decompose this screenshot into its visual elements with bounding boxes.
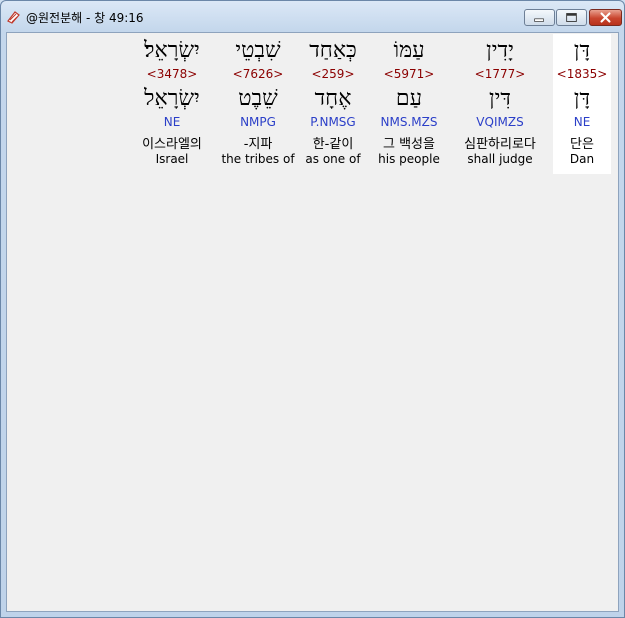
app-window: @원전분해 - 창 49:16 יִשְׂרָאֵל׃ <3478> יִשְׂ… [0,0,625,618]
korean-gloss: 심판하리로다 [464,137,536,152]
maximize-icon [566,13,577,22]
morphology-code: VQIMZS [476,115,524,129]
hebrew-lexeme: דָּן [573,86,591,111]
english-gloss: Israel [155,152,189,166]
minimize-icon [534,18,544,22]
hebrew-word: יִשְׂרָאֵל׃ [144,38,200,63]
korean-gloss: -지파 [243,137,273,152]
morphology-code: NE [163,115,181,129]
hebrew-word: כְּאַחַד [309,38,357,63]
word-column-israel[interactable]: יִשְׂרָאֵל׃ <3478> יִשְׂרָאֵל NE 이스라엘의 I… [132,34,212,174]
hebrew-word: דָּן [573,38,591,63]
hebrew-lexeme: אֶחָד [314,86,352,111]
word-column-shall-judge[interactable]: יָדִין <1777> דִּין VQIMZS 심판하리로다 shall … [452,34,548,174]
window-title: @원전분해 - 창 49:16 [26,11,144,25]
minimize-button[interactable] [524,9,555,26]
analysis-panel: יִשְׂרָאֵל׃ <3478> יִשְׂרָאֵל NE 이스라엘의 I… [6,32,619,612]
morphology-code: NMS.MZS [380,115,438,129]
strong-number[interactable]: <5971> [371,67,447,81]
english-gloss: Dan [569,152,595,166]
hebrew-word: שִׁבְטֵי [235,38,281,63]
korean-gloss: 이스라엘의 [142,137,202,152]
word-column-tribes[interactable]: שִׁבְטֵי <7626> שֵׁבֶט NMPG -지파 the trib… [217,34,299,174]
app-icon [7,11,20,24]
english-gloss: the tribes of [221,152,295,166]
strong-number[interactable]: <3478> [132,67,212,81]
word-column-dan-selected[interactable]: דָּן <1835> דָּן NE 단은 Dan [553,34,611,174]
hebrew-word: יָדִין [486,38,514,63]
korean-gloss: 그 백성을 [383,137,435,152]
morphology-code: P.NMSG [310,115,356,129]
maximize-button[interactable] [556,9,587,26]
hebrew-word: עַמּוֹ [393,38,425,63]
english-gloss: shall judge [467,152,533,166]
strong-number[interactable]: <1835> [553,67,611,81]
close-icon [600,12,611,23]
morphology-code: NE [573,115,591,129]
word-column-his-people[interactable]: עַמּוֹ <5971> עַם NMS.MZS 그 백성을 his peop… [371,34,447,174]
english-gloss: his people [378,152,440,166]
korean-gloss: 단은 [570,137,594,152]
hebrew-lexeme: שֵׁבֶט [238,86,278,111]
strong-number[interactable]: <1777> [452,67,548,81]
hebrew-lexeme: עַם [395,86,423,111]
hebrew-lexeme: יִשְׂרָאֵל [144,86,200,111]
hebrew-lexeme: דִּין [489,86,511,111]
strong-number[interactable]: <7626> [217,67,299,81]
english-gloss: as one of [305,152,361,166]
title-bar[interactable]: @원전분해 - 창 49:16 [1,1,624,31]
korean-gloss: 한-같이 [312,137,354,152]
close-button[interactable] [589,9,622,26]
strong-number[interactable]: <259> [301,67,365,81]
word-column-as-one[interactable]: כְּאַחַד <259> אֶחָד P.NMSG 한-같이 as one … [301,34,365,174]
morphology-code: NMPG [240,115,276,129]
